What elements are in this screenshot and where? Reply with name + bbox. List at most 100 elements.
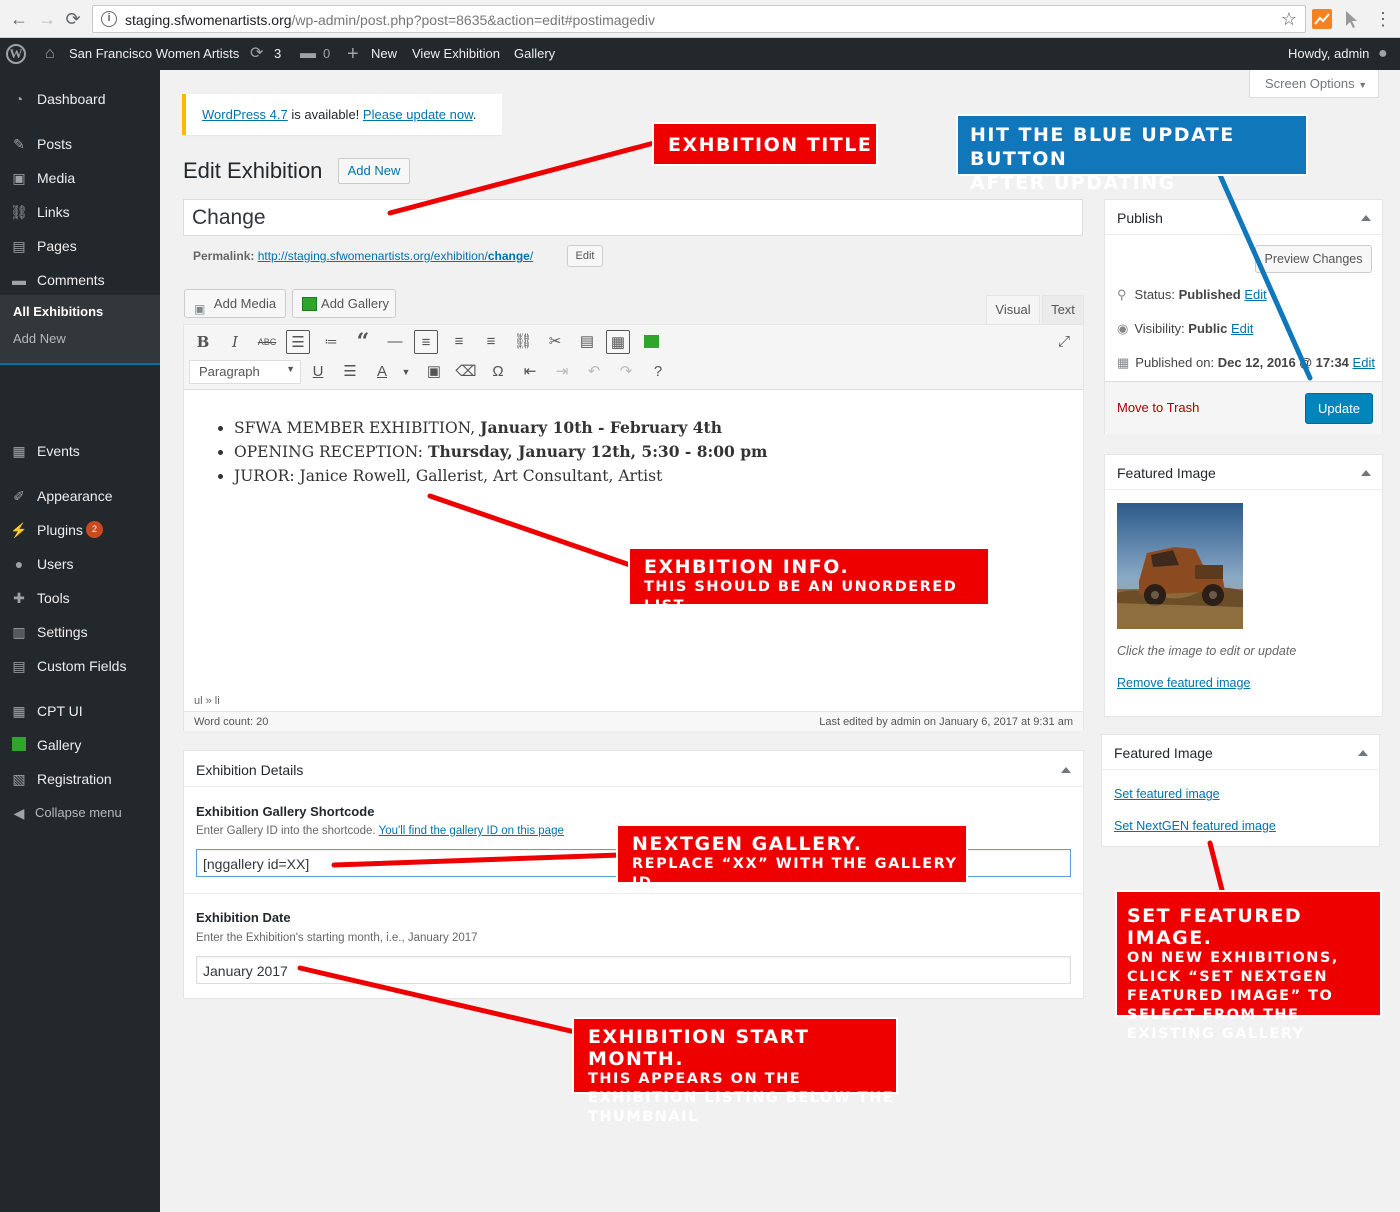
sidebar-item-links[interactable]: ⛓ Links — [0, 195, 160, 229]
submenu-all-exhibitions[interactable]: All Exhibitions — [13, 304, 103, 319]
blockquote-icon[interactable]: “ — [351, 330, 375, 354]
special-character-icon[interactable]: Ω — [486, 360, 510, 384]
post-title-input[interactable]: Change — [183, 199, 1083, 236]
remove-featured-image-link[interactable]: Remove featured image — [1117, 676, 1250, 690]
align-right-icon[interactable]: ≡ — [479, 330, 503, 354]
sidebar-item-cpt-ui[interactable]: ▦ CPT UI — [0, 694, 160, 728]
sidebar-item-plugins[interactable]: ⚡ Plugins 2 — [0, 513, 160, 547]
insert-link-icon[interactable]: ⛓ — [511, 330, 535, 354]
align-left-icon[interactable]: ≡ — [414, 330, 438, 354]
wordpress-version-link[interactable]: WordPress 4.7 — [202, 107, 288, 122]
sidebar-item-registration[interactable]: ▧ Registration — [0, 762, 160, 796]
updates-icon[interactable]: ⟳ — [250, 38, 263, 70]
tab-visual[interactable]: Visual — [986, 295, 1040, 325]
reload-icon[interactable]: ⟳ — [62, 8, 84, 30]
cursor-extension-icon[interactable] — [1342, 9, 1362, 29]
sidebar-item-settings[interactable]: ▥ Settings — [0, 615, 160, 649]
sidebar-item-users[interactable]: ● Users — [0, 547, 160, 581]
nextgen-featured-header[interactable]: Featured Image — [1102, 735, 1379, 770]
underline-icon[interactable]: U — [306, 360, 330, 384]
visibility-edit-link[interactable]: Edit — [1231, 321, 1253, 336]
collapse-toggle-icon[interactable] — [1361, 470, 1371, 476]
browser-menu-icon[interactable]: ⋮ — [1372, 8, 1394, 30]
bookmark-star-icon[interactable]: ☆ — [1281, 9, 1297, 30]
outdent-icon[interactable]: ⇤ — [518, 360, 542, 384]
howdy-account[interactable]: Howdy, admin — [1288, 38, 1369, 70]
sidebar-item-media[interactable]: ▣ Media — [0, 161, 160, 195]
sidebar-item-custom-fields[interactable]: ▤ Custom Fields — [0, 649, 160, 683]
analytics-extension-icon[interactable] — [1312, 9, 1332, 29]
paste-text-icon[interactable]: ▣ — [422, 360, 446, 384]
info-icon[interactable]: i — [101, 11, 117, 27]
update-button[interactable]: Update — [1305, 393, 1373, 424]
bulleted-list-icon[interactable]: ☰ — [286, 330, 310, 354]
sidebar-item-pages[interactable]: ▤ Pages — [0, 229, 160, 263]
update-now-link[interactable]: Please update now — [363, 107, 473, 122]
horizontal-line-icon[interactable]: — — [383, 330, 407, 354]
gallery-link[interactable]: Gallery — [514, 38, 555, 70]
collapse-toggle-icon[interactable] — [1361, 215, 1371, 221]
comments-count[interactable]: 0 — [323, 38, 330, 70]
site-name-link[interactable]: San Francisco Women Artists — [69, 38, 239, 70]
nextgen-gallery-icon[interactable] — [639, 330, 663, 354]
permalink-url[interactable]: http://staging.sfwomenartists.org/exhibi… — [258, 249, 533, 263]
bold-icon[interactable]: B — [191, 330, 215, 354]
sidebar-item-posts[interactable]: ✎ Posts — [0, 127, 160, 161]
submenu-add-new[interactable]: Add New — [13, 331, 66, 346]
back-arrow-icon[interactable]: ← — [8, 8, 30, 30]
address-bar[interactable]: i staging.sfwomenartists.org/wp-admin/po… — [92, 5, 1306, 33]
date-input[interactable]: January 2017 — [196, 956, 1071, 984]
read-more-icon[interactable]: ▤ — [575, 330, 599, 354]
comments-icon[interactable]: ▬ — [300, 38, 316, 70]
avatar-icon[interactable]: ● — [1378, 38, 1388, 70]
fullscreen-icon[interactable]: ⤢ — [1052, 330, 1076, 354]
indent-icon[interactable]: ⇥ — [550, 360, 574, 384]
add-gallery-button[interactable]: Add Gallery — [292, 289, 396, 318]
sidebar-item-appearance[interactable]: ✐ Appearance — [0, 479, 160, 513]
set-nextgen-featured-image-link[interactable]: Set NextGEN featured image — [1114, 819, 1276, 833]
editor-content[interactable]: SFWA MEMBER EXHIBITION, January 10th - F… — [184, 391, 1083, 691]
sidebar-item-comments[interactable]: ▬ Comments — [0, 263, 160, 297]
featured-image-header[interactable]: Featured Image — [1105, 455, 1382, 490]
text-color-icon[interactable]: A — [370, 360, 394, 384]
featured-image-thumbnail[interactable] — [1117, 503, 1243, 629]
move-to-trash-link[interactable]: Move to Trash — [1117, 400, 1199, 415]
status-edit-link[interactable]: Edit — [1244, 287, 1266, 302]
add-media-button[interactable]: ▣ Add Media — [184, 289, 286, 318]
redo-icon[interactable]: ↷ — [614, 360, 638, 384]
add-new-button[interactable]: Add New — [338, 158, 410, 184]
tab-text[interactable]: Text — [1042, 295, 1084, 325]
help-icon[interactable]: ? — [646, 360, 670, 384]
home-icon[interactable]: ⌂ — [45, 38, 55, 70]
publish-header[interactable]: Publish — [1105, 200, 1382, 235]
set-featured-image-link[interactable]: Set featured image — [1114, 787, 1220, 801]
text-color-dropdown-icon[interactable]: ▼ — [394, 360, 418, 384]
sidebar-item-dashboard[interactable]: ◔ Dashboard — [0, 82, 160, 116]
screen-options-button[interactable]: Screen Options ▼ — [1249, 70, 1379, 98]
collapse-toggle-icon[interactable] — [1061, 767, 1071, 773]
numbered-list-icon[interactable]: ≔ — [319, 330, 343, 354]
toolbar-toggle-icon[interactable]: ▦ — [606, 330, 630, 354]
format-select[interactable]: Paragraph ▼ — [189, 360, 301, 384]
justify-icon[interactable]: ☰ — [338, 360, 362, 384]
updates-count[interactable]: 3 — [274, 38, 281, 70]
exhibition-details-header[interactable]: Exhibition Details — [184, 751, 1083, 787]
sidebar-item-gallery[interactable]: Gallery — [0, 728, 160, 762]
preview-changes-button[interactable]: Preview Changes — [1255, 245, 1372, 273]
permalink-edit-button[interactable]: Edit — [567, 245, 603, 267]
undo-icon[interactable]: ↶ — [582, 360, 606, 384]
collapse-toggle-icon[interactable] — [1358, 750, 1368, 756]
align-center-icon[interactable]: ≡ — [447, 330, 471, 354]
sidebar-item-events[interactable]: ▦ Events — [0, 434, 160, 468]
italic-icon[interactable]: I — [223, 330, 247, 354]
new-content-link[interactable]: New — [371, 38, 397, 70]
wordpress-logo-icon[interactable]: W — [6, 44, 26, 64]
sidebar-item-collapse-menu[interactable]: ◀ Collapse menu — [0, 796, 160, 830]
strikethrough-icon[interactable]: ABC — [255, 330, 279, 354]
plus-icon[interactable]: + — [347, 38, 359, 70]
sidebar-item-tools[interactable]: ✚ Tools — [0, 581, 160, 615]
remove-link-icon[interactable]: ✂ — [543, 330, 567, 354]
view-exhibition-link[interactable]: View Exhibition — [412, 38, 500, 70]
gallery-id-link[interactable]: You'll find the gallery ID on this page — [379, 825, 564, 837]
clear-formatting-icon[interactable]: ⌫ — [454, 360, 478, 384]
